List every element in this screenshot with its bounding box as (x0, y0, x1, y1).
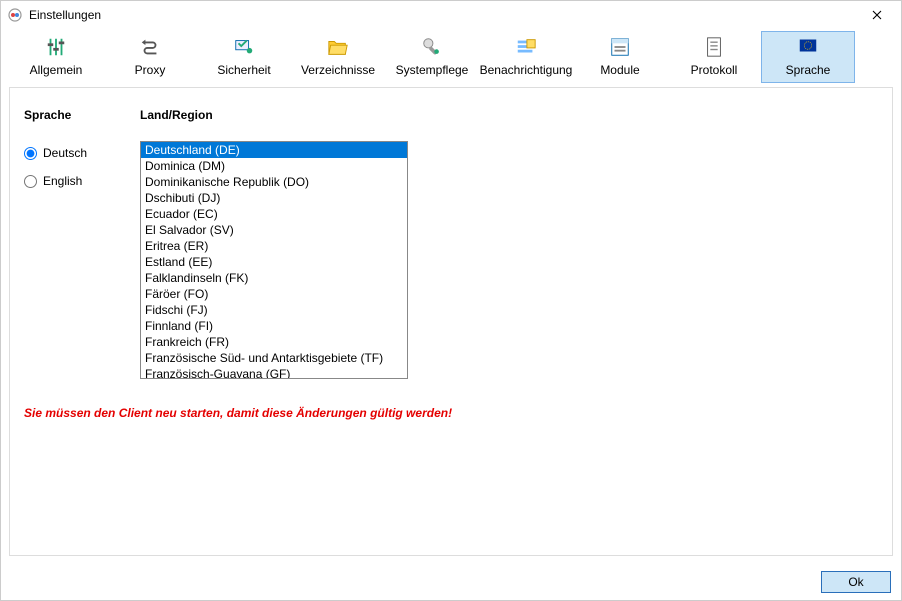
language-radio-label: Deutsch (43, 146, 87, 160)
ok-button[interactable]: Ok (821, 571, 891, 593)
region-list-item[interactable]: Deutschland (DE) (141, 142, 407, 158)
window-title: Einstellungen (29, 8, 101, 22)
region-list-item[interactable]: Dominica (DM) (141, 158, 407, 174)
tab-sicherheit[interactable]: Sicherheit (197, 31, 291, 83)
tab-label: Sprache (786, 63, 831, 77)
region-list-item[interactable]: Fidschi (FJ) (141, 302, 407, 318)
toolbar: Allgemein Proxy Sicherheit Verzeichnisse Sys… (1, 29, 901, 87)
tab-allgemein[interactable]: Allgemein (9, 31, 103, 83)
allgemein-icon (42, 35, 70, 59)
tab-systempflege[interactable]: Systempflege (385, 31, 479, 83)
region-list-item[interactable]: Eritrea (ER) (141, 238, 407, 254)
language-radio-en[interactable]: English (24, 174, 87, 188)
language-radio-de[interactable]: Deutsch (24, 146, 87, 160)
close-button[interactable] (861, 3, 893, 27)
region-list-item[interactable]: Finnland (FI) (141, 318, 407, 334)
content-panel: Sprache Land/Region Deutsch English Deuts… (9, 87, 893, 556)
proxy-icon (136, 35, 164, 59)
settings-window: Einstellungen Allgemein Proxy Sicherheit Ve… (0, 0, 902, 601)
tab-label: Module (600, 63, 639, 77)
tab-sprache[interactable]: Sprache (761, 31, 855, 83)
language-radio-group: Deutsch English (24, 146, 87, 188)
language-radio-input[interactable] (24, 147, 37, 160)
tab-label: Benachrichtigung (480, 63, 573, 77)
tab-label: Systempflege (396, 63, 469, 77)
region-list-item[interactable]: Färöer (FO) (141, 286, 407, 302)
tab-label: Verzeichnisse (301, 63, 375, 77)
tab-protokoll[interactable]: Protokoll (667, 31, 761, 83)
region-list-item[interactable]: Falklandinseln (FK) (141, 270, 407, 286)
protokoll-icon (700, 35, 728, 59)
close-icon (872, 10, 882, 20)
dialog-footer: Ok (1, 564, 901, 600)
region-list-item[interactable]: El Salvador (SV) (141, 222, 407, 238)
region-list-item[interactable]: Ecuador (EC) (141, 206, 407, 222)
tab-module[interactable]: Module (573, 31, 667, 83)
systempflege-icon (418, 35, 446, 59)
app-icon (7, 7, 23, 23)
titlebar: Einstellungen (1, 1, 901, 29)
language-section-header: Sprache (24, 108, 71, 122)
sprache-icon (794, 35, 822, 59)
tab-benachrichtigung[interactable]: Benachrichtigung (479, 31, 573, 83)
region-section-header: Land/Region (140, 108, 213, 122)
region-list-item[interactable]: Dschibuti (DJ) (141, 190, 407, 206)
tab-verzeichnisse[interactable]: Verzeichnisse (291, 31, 385, 83)
region-list-item[interactable]: Dominikanische Republik (DO) (141, 174, 407, 190)
tab-label: Proxy (135, 63, 166, 77)
language-radio-input[interactable] (24, 175, 37, 188)
language-radio-label: English (43, 174, 82, 188)
region-list-item[interactable]: Estland (EE) (141, 254, 407, 270)
tab-label: Allgemein (30, 63, 83, 77)
region-listbox[interactable]: Deutschland (DE)Dominica (DM)Dominikanis… (140, 141, 408, 379)
module-icon (606, 35, 634, 59)
verzeichnisse-icon (324, 35, 352, 59)
tab-label: Sicherheit (217, 63, 270, 77)
benachrichtigung-icon (512, 35, 540, 59)
tab-label: Protokoll (691, 63, 738, 77)
tab-proxy[interactable]: Proxy (103, 31, 197, 83)
region-list-item[interactable]: Französische Süd- und Antarktisgebiete (… (141, 350, 407, 366)
region-list-item[interactable]: Französisch-Guayana (GF) (141, 366, 407, 379)
region-list-item[interactable]: Frankreich (FR) (141, 334, 407, 350)
restart-warning: Sie müssen den Client neu starten, damit… (24, 406, 452, 420)
sicherheit-icon (230, 35, 258, 59)
